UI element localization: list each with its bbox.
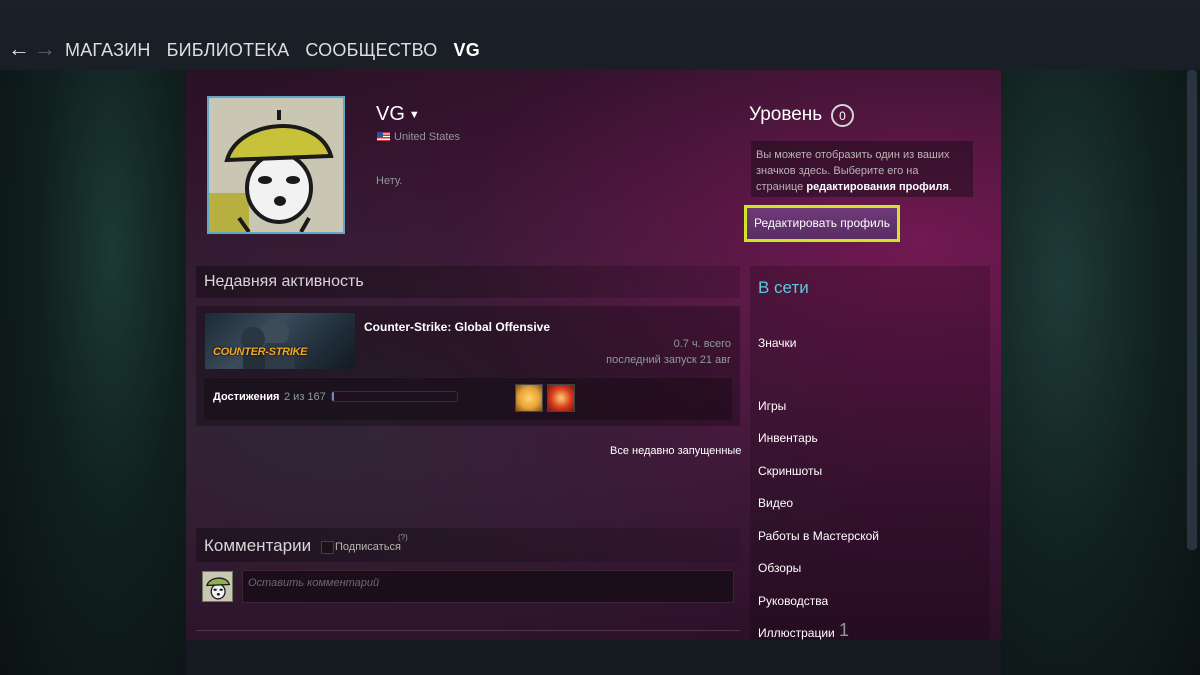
hours-played: 0.7 ч. всего	[673, 338, 731, 350]
arrow-right-icon[interactable]: →	[34, 38, 56, 60]
section-divider	[196, 630, 740, 631]
sidebar-item-inventory[interactable]: Инвентарь	[758, 431, 818, 445]
badge-hint: Вы можете отобразить один из ваших значк…	[751, 141, 973, 197]
subscribe-label[interactable]: Подписаться	[335, 541, 401, 553]
level-badge[interactable]: 0	[831, 104, 854, 127]
scrollbar[interactable]	[1187, 70, 1197, 550]
sidebar-item-workshop[interactable]: Работы в Мастерской	[758, 529, 879, 543]
game-capsule-image[interactable]: COUNTER-STRIKE	[205, 313, 355, 369]
nav-community[interactable]: СООБЩЕСТВО	[305, 40, 437, 61]
sidebar-item-games[interactable]: Игры	[758, 399, 786, 413]
game-capsule-art	[241, 319, 295, 369]
bottom-strip	[186, 640, 1001, 675]
level-label: Уровень	[749, 104, 823, 125]
caret-down-icon[interactable]: ▼	[409, 109, 420, 121]
edit-profile-button[interactable]: Редактировать профиль	[744, 205, 900, 242]
recent-activity-title: Недавняя активность	[204, 273, 364, 290]
nav-username[interactable]: VG	[453, 40, 479, 61]
subscribe-checkbox[interactable]	[321, 541, 334, 554]
background-right	[1001, 70, 1200, 675]
achievements-count: 2 из 167	[284, 391, 326, 403]
edit-profile-link[interactable]: редактирования профиля	[806, 181, 949, 193]
comment-avatar	[202, 571, 233, 602]
achievement-icon[interactable]	[547, 384, 575, 412]
sidebar-item-badges[interactable]: Значки	[758, 336, 797, 350]
help-icon[interactable]: (?)	[398, 533, 408, 542]
background-left	[0, 70, 186, 675]
sidebar-item-reviews[interactable]: Обзоры	[758, 561, 801, 575]
profile-location: United States	[377, 131, 460, 143]
username-text: VG	[376, 103, 405, 125]
capsule-logo-text: COUNTER-STRIKE	[213, 346, 308, 358]
last-played: последний запуск 21 авг	[606, 354, 731, 366]
achievements-progress-fill	[332, 392, 334, 401]
right-sidebar	[750, 266, 990, 640]
nav-library[interactable]: БИБЛИОТЕКА	[167, 40, 290, 61]
comment-avatar-image	[203, 572, 232, 601]
all-recent-games-link[interactable]: Все недавно запущенные	[610, 445, 741, 457]
illustrations-count: 1	[839, 620, 850, 640]
sidebar-item-screenshots[interactable]: Скриншоты	[758, 464, 822, 478]
online-status: В сети	[758, 278, 809, 297]
game-name-link[interactable]: Counter-Strike: Global Offensive	[364, 320, 550, 334]
sidebar-item-illustrations[interactable]: Иллюстрации	[758, 626, 835, 640]
comments-title: Комментарии	[204, 536, 312, 555]
profile-summary: Нету.	[376, 175, 403, 187]
main-nav: МАГАЗИН БИБЛИОТЕКА СООБЩЕСТВО VG	[65, 40, 480, 61]
nav-store[interactable]: МАГАЗИН	[65, 40, 151, 61]
achievement-icon[interactable]	[515, 384, 543, 412]
profile-username[interactable]: VG ▼	[376, 103, 420, 126]
achievements-label[interactable]: Достижения	[213, 391, 279, 403]
arrow-left-icon[interactable]: ←	[8, 38, 30, 60]
location-text: United States	[394, 131, 461, 143]
avatar-image	[209, 98, 343, 232]
avatar[interactable]	[207, 96, 345, 234]
achievements-progress-bar	[331, 391, 458, 402]
badge-hint-end: .	[948, 181, 952, 193]
sidebar-item-videos[interactable]: Видео	[758, 496, 793, 510]
us-flag-icon	[377, 132, 390, 141]
sidebar-item-guides[interactable]: Руководства	[758, 594, 828, 608]
comment-input[interactable]: Оставить комментарий	[242, 570, 734, 603]
